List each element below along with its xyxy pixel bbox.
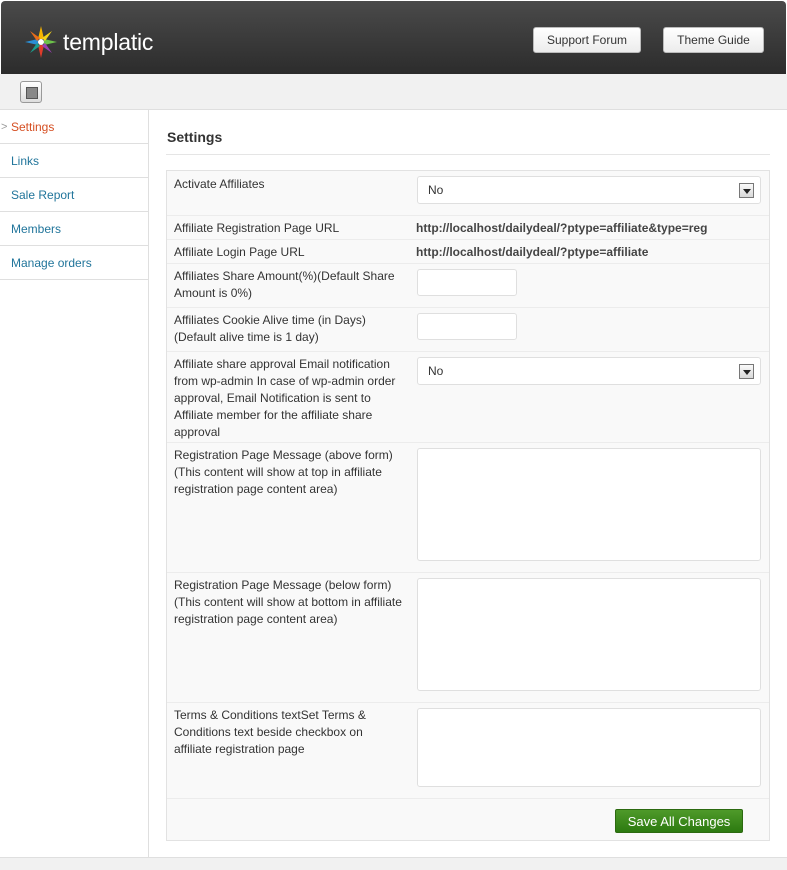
footer-bar <box>0 857 787 870</box>
templatic-logo[interactable]: templatic <box>23 25 153 59</box>
reg-url-label: Affiliate Registration Page URL <box>174 221 340 235</box>
star-logo-icon <box>25 26 57 58</box>
share-amount-label: Affiliates Share Amount(%)(Default Share… <box>174 269 395 300</box>
title-divider <box>166 154 770 155</box>
terms-label: Terms & Conditions textSet Terms & Condi… <box>174 708 366 756</box>
sidebar-item-sale-report[interactable]: Sale Report <box>0 178 148 212</box>
terms-textarea[interactable] <box>417 708 761 787</box>
admin-toolbar <box>0 74 787 110</box>
msg-below-textarea[interactable] <box>417 578 761 691</box>
page-title: Settings <box>167 129 223 145</box>
email-notify-label: Affiliate share approval Email notificat… <box>174 357 396 439</box>
msg-below-label: Registration Page Message (below form)(T… <box>174 578 402 626</box>
top-header: templatic Support Forum Theme Guide <box>1 1 786 74</box>
support-forum-button[interactable]: Support Forum <box>533 27 641 53</box>
activate-select-value: No <box>428 183 444 197</box>
sidebar-item-members[interactable]: Members <box>0 212 148 246</box>
theme-guide-button[interactable]: Theme Guide <box>663 27 764 53</box>
row-terms: Terms & Conditions textSet Terms & Condi… <box>167 703 769 799</box>
reg-url-value: http://localhost/dailydeal/?ptype=affili… <box>416 221 708 235</box>
sidebar: Settings Links Sale Report Members Manag… <box>0 110 149 858</box>
row-activate: Activate Affiliates No <box>167 171 769 216</box>
activate-label: Activate Affiliates <box>174 177 265 191</box>
logo-text: templatic <box>63 28 154 55</box>
email-notify-select-value: No <box>428 364 444 378</box>
sidebar-item-settings[interactable]: Settings <box>0 110 148 144</box>
save-all-changes-button[interactable]: Save All Changes <box>615 809 743 833</box>
msg-above-label: Registration Page Message (above form)(T… <box>174 448 393 496</box>
row-reg-url: Affiliate Registration Page URL http://l… <box>167 216 769 240</box>
email-notify-select[interactable]: No <box>417 357 761 385</box>
cookie-label: Affiliates Cookie Alive time (in Days)(D… <box>174 313 366 344</box>
sidebar-item-links[interactable]: Links <box>0 144 148 178</box>
row-share-amount: Affiliates Share Amount(%)(Default Share… <box>167 264 769 308</box>
chevron-down-icon <box>739 364 754 379</box>
login-url-value: http://localhost/dailydeal/?ptype=affili… <box>416 245 649 259</box>
row-msg-below: Registration Page Message (below form)(T… <box>167 573 769 703</box>
chevron-down-icon <box>739 183 754 198</box>
login-url-label: Affiliate Login Page URL <box>174 245 305 259</box>
row-login-url: Affiliate Login Page URL http://localhos… <box>167 240 769 264</box>
cookie-input[interactable] <box>417 313 517 340</box>
activate-select[interactable]: No <box>417 176 761 204</box>
row-msg-above: Registration Page Message (above form)(T… <box>167 443 769 573</box>
screen-options-icon[interactable] <box>20 81 42 103</box>
settings-form: Activate Affiliates No Affiliate Registr… <box>166 170 770 841</box>
row-email-notify: Affiliate share approval Email notificat… <box>167 352 769 443</box>
share-amount-input[interactable] <box>417 269 517 296</box>
row-cookie: Affiliates Cookie Alive time (in Days)(D… <box>167 308 769 352</box>
sidebar-item-manage-orders[interactable]: Manage orders <box>0 246 148 280</box>
msg-above-textarea[interactable] <box>417 448 761 561</box>
